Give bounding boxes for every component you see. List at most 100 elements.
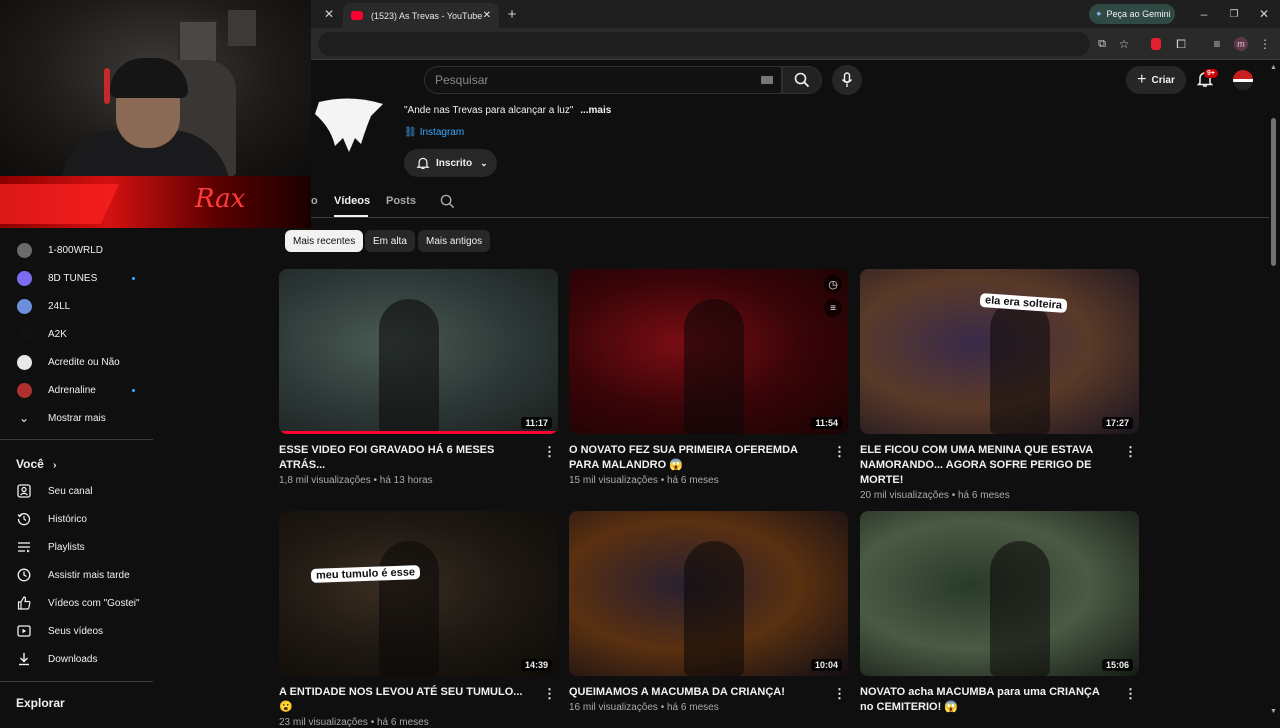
- add-to-queue-icon[interactable]: ≡: [824, 299, 842, 317]
- video-title[interactable]: NOVATO acha MACUMBA para uma CRIANÇA no …: [860, 685, 1115, 715]
- subscribed-button[interactable]: Inscrito ⌄: [404, 149, 497, 177]
- video-card[interactable]: meu tumulo é esse 14:39 A ENTIDADE NOS LEV…: [279, 511, 558, 728]
- description-more-link[interactable]: ...mais: [580, 105, 611, 116]
- page-scrollbar-thumb[interactable]: [1271, 118, 1276, 266]
- video-menu-icon[interactable]: ⋮: [543, 444, 556, 460]
- video-thumbnail[interactable]: ◷ ≡ 11:54: [569, 269, 848, 434]
- tab-home-partial[interactable]: o: [311, 195, 318, 207]
- video-thumbnail[interactable]: 15:06: [860, 511, 1139, 676]
- video-title[interactable]: A ENTIDADE NOS LEVOU ATÉ SEU TUMULO... 😮: [279, 685, 534, 715]
- video-card[interactable]: 10:04 QUEIMAMOS A MACUMBA DA CRIANÇA! 16 m…: [569, 511, 848, 713]
- chip-oldest[interactable]: Mais antigos: [418, 230, 491, 252]
- meta-separator: •: [370, 475, 380, 486]
- sidebar-explore-heading[interactable]: Explorar: [16, 696, 65, 710]
- close-tab-icon[interactable]: ✕: [483, 10, 491, 21]
- gemini-label: Peça ao Gemini: [1106, 9, 1171, 19]
- video-duration: 11:54: [811, 417, 842, 429]
- sidebar-subscription-item[interactable]: Acredite ou Não: [16, 348, 151, 376]
- sidebar-show-more[interactable]: ⌄ Mostrar mais: [16, 404, 151, 432]
- tab-videos[interactable]: Vídeos: [334, 195, 370, 207]
- video-menu-icon[interactable]: ⋮: [833, 686, 846, 702]
- close-window-icon[interactable]: ✕: [1257, 7, 1271, 21]
- video-thumbnail[interactable]: ela era solteira 17:27: [860, 269, 1139, 434]
- sidebar-item-play-box[interactable]: Seus vídeos: [16, 617, 151, 645]
- install-app-icon[interactable]: ⧉: [1095, 37, 1109, 51]
- keyboard-icon[interactable]: [761, 76, 773, 84]
- thumbnail-figure: [379, 541, 439, 676]
- video-thumbnail[interactable]: 10:04: [569, 511, 848, 676]
- address-field[interactable]: [318, 32, 1090, 56]
- sidebar-subscription-item[interactable]: Adrenaline: [16, 376, 151, 404]
- video-card[interactable]: ◷ ≡ 11:54 O NOVATO FEZ SUA PRIMEIRA OFEREMD…: [569, 269, 848, 486]
- search-button[interactable]: [782, 66, 822, 94]
- video-age: há 6 meses: [958, 490, 1010, 501]
- restore-window-icon[interactable]: ❐: [1227, 7, 1241, 21]
- download-icon: [16, 651, 32, 667]
- show-more-label: Mostrar mais: [48, 412, 106, 424]
- video-title[interactable]: ELE FICOU COM UMA MENINA QUE ESTAVA NAMO…: [860, 443, 1115, 488]
- channel-avatar[interactable]: [311, 98, 391, 154]
- video-card[interactable]: ela era solteira 17:27 ELE FICOU COM UMA M…: [860, 269, 1139, 501]
- scroll-down-arrow-icon[interactable]: ▼: [1270, 708, 1277, 715]
- video-meta: 20 mil visualizações • há 6 meses: [860, 490, 1139, 501]
- chip-popular[interactable]: Em alta: [365, 230, 415, 252]
- video-title[interactable]: QUEIMAMOS A MACUMBA DA CRIANÇA!: [569, 685, 824, 700]
- search-input[interactable]: Pesquisar: [424, 66, 782, 94]
- sidebar-item-clock[interactable]: Assistir mais tarde: [16, 561, 151, 589]
- instagram-link[interactable]: ⛓ Instagram: [404, 127, 464, 138]
- sidebar-item-thumbs-up[interactable]: Vídeos com "Gostei": [16, 589, 151, 617]
- headphones: [104, 68, 110, 104]
- sidebar-item-label: Downloads: [48, 653, 98, 665]
- bookmark-star-icon[interactable]: ☆: [1117, 37, 1131, 51]
- channel-avatar-circle: [16, 354, 32, 370]
- sidebar-item-download[interactable]: Downloads: [16, 645, 151, 673]
- account-avatar[interactable]: [1233, 70, 1253, 90]
- video-views: 16 mil visualizações: [569, 702, 658, 713]
- voice-search-button[interactable]: [832, 65, 862, 95]
- video-card[interactable]: 11:17 ESSE VIDEO FOI GRAVADO HÁ 6 MESES A…: [279, 269, 558, 486]
- minimize-window-icon[interactable]: –: [1197, 7, 1211, 21]
- close-tab-icon[interactable]: ✕: [322, 7, 336, 21]
- video-meta: 15 mil visualizações • há 6 meses: [569, 475, 848, 486]
- play-box-icon: [16, 623, 32, 639]
- create-button[interactable]: + Criar: [1126, 66, 1186, 94]
- video-menu-icon[interactable]: ⋮: [543, 686, 556, 702]
- channel-avatar-circle: [16, 326, 32, 342]
- notifications-button[interactable]: 9+: [1196, 69, 1218, 90]
- channel-avatar: [16, 270, 32, 286]
- thumbnail-figure: [379, 299, 439, 434]
- sidebar-item-history[interactable]: Histórico: [16, 505, 151, 533]
- gemini-button[interactable]: ✦ Peça ao Gemini: [1089, 4, 1175, 24]
- browser-tab-active[interactable]: (1523) As Trevas - YouTube ✕: [343, 3, 499, 28]
- watch-later-icon[interactable]: ◷: [824, 275, 842, 293]
- video-thumbnail[interactable]: meu tumulo é esse 14:39: [279, 511, 558, 676]
- sidebar-you-heading[interactable]: Você ›: [16, 457, 56, 471]
- sidebar-item-person-box[interactable]: Seu canal: [16, 477, 151, 505]
- video-menu-icon[interactable]: ⋮: [833, 444, 846, 460]
- profile-avatar[interactable]: m: [1234, 37, 1248, 51]
- channel-description[interactable]: "Ande nas Trevas para alcançar a luz" ..…: [404, 105, 611, 116]
- extension-red-icon[interactable]: [1151, 38, 1161, 50]
- sidebar-subscription-item[interactable]: 8D TUNES: [16, 264, 151, 292]
- tab-posts[interactable]: Posts: [386, 195, 416, 207]
- sidebar-subscription-item[interactable]: 1-800WRLD: [16, 236, 151, 264]
- video-title[interactable]: O NOVATO FEZ SUA PRIMEIRA OFEREMDA PARA …: [569, 443, 824, 473]
- channel-avatar: [16, 298, 32, 314]
- chip-latest[interactable]: Mais recentes: [285, 230, 364, 252]
- sidebar-subscription-item[interactable]: A2K: [16, 320, 151, 348]
- video-title[interactable]: ESSE VIDEO FOI GRAVADO HÁ 6 MESES ATRÁS.…: [279, 443, 534, 473]
- media-controls-icon[interactable]: ≡: [1210, 37, 1224, 51]
- browser-menu-icon[interactable]: ⋮: [1258, 37, 1272, 51]
- extensions-puzzle-icon[interactable]: ⧠: [1174, 37, 1188, 51]
- video-card[interactable]: 15:06 NOVATO acha MACUMBA para uma CRIANÇ…: [860, 511, 1139, 715]
- video-menu-icon[interactable]: ⋮: [1124, 444, 1137, 460]
- scroll-up-arrow-icon[interactable]: ▲: [1270, 64, 1277, 71]
- sidebar-item-playlist[interactable]: Playlists: [16, 533, 151, 561]
- sidebar-subscription-item[interactable]: 24LL: [16, 292, 151, 320]
- video-thumbnail[interactable]: 11:17: [279, 269, 558, 434]
- channel-search-button[interactable]: [440, 194, 456, 210]
- plus-icon: +: [1137, 71, 1147, 88]
- video-age: há 6 meses: [667, 702, 719, 713]
- new-tab-icon[interactable]: +: [505, 6, 519, 23]
- video-menu-icon[interactable]: ⋮: [1124, 686, 1137, 702]
